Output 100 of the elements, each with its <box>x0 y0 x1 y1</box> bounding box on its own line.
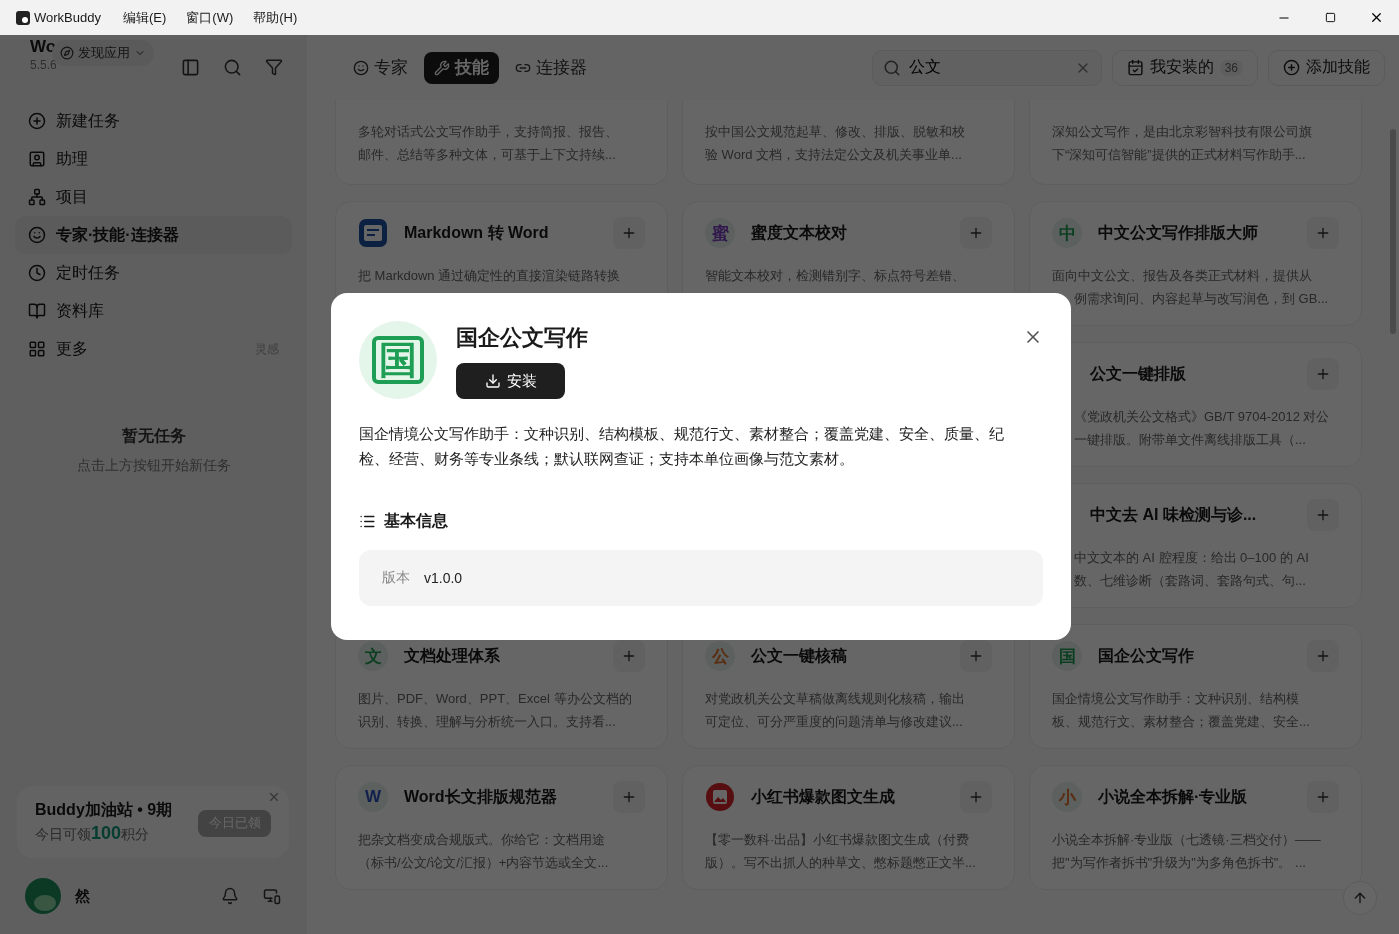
add-button[interactable] <box>960 781 992 813</box>
list-icon <box>359 513 376 530</box>
skill-description: 把杂文档变成合规版式。你给它：文档用途 <box>358 831 606 849</box>
skill-title: 公文一键核稿 <box>751 645 847 666</box>
nav-item[interactable]: 专家·技能·连接器 <box>15 216 292 254</box>
skill-title: 文档处理体系 <box>404 645 500 666</box>
skill-description: （标书/公文/论文/汇报）+内容节选或全文... <box>358 854 610 872</box>
skill-icon: W <box>358 782 388 812</box>
skill-description: 《党政机关公文格式》GB/T 9704-2012 对公 <box>1073 408 1331 426</box>
menu-item[interactable]: 编辑(E) <box>122 8 167 27</box>
plus-icon <box>1315 225 1331 241</box>
skill-description: 可定位、可分严重度的问题清单与修改建议... <box>705 713 964 731</box>
skill-title: Markdown 转 Word <box>404 222 549 243</box>
dialog-description: 国企情境公文写作助手：文种识别、结构模板、规范行文、素材整合；覆盖党建、安全、质量、纪检、经营、财务等专业条线；默认联网查证；支持本单位画像与范文素材。 <box>359 424 1005 469</box>
plus-icon <box>621 789 637 805</box>
skill-description: 下“深知可信智能”提供的正式材料写作助手... <box>1052 146 1307 164</box>
skill-description: 把"为写作者拆书"升级为"为多角色拆书"。 ... <box>1052 854 1307 872</box>
add-button[interactable] <box>613 217 645 249</box>
plus-circle-icon <box>1283 59 1300 76</box>
image-icon <box>705 782 735 812</box>
skill-icon: 文 <box>358 641 388 671</box>
add-button[interactable] <box>1307 499 1339 531</box>
plus-icon <box>968 789 984 805</box>
add-button[interactable] <box>960 217 992 249</box>
wrench-icon <box>434 59 450 76</box>
clock-icon <box>28 264 46 282</box>
add-button[interactable] <box>1307 781 1339 813</box>
plus-icon <box>1315 366 1331 382</box>
bell-icon[interactable] <box>221 887 239 905</box>
skill-card[interactable]: 按中国公文规范起草、修改、排版、脱敏和校 验 Word 文档，支持法定公文及机关事业单... <box>682 100 1015 185</box>
book-icon <box>28 302 46 320</box>
install-button[interactable]: 安装 <box>456 363 565 399</box>
add-skill-button[interactable]: 添加技能 <box>1268 49 1385 86</box>
plus-circle-icon <box>28 112 46 130</box>
empty-title: 暂无任务 <box>121 426 186 446</box>
skill-title: 国企公文写作 <box>1098 645 1194 666</box>
skill-icon: 公 <box>705 641 735 671</box>
maximize-icon[interactable] <box>1324 12 1336 23</box>
avatar[interactable] <box>25 878 61 914</box>
skill-description: 验 Word 文档，支持法定公文及机关事业单... <box>705 146 963 164</box>
compass-icon <box>60 46 74 60</box>
skill-card[interactable]: W Word长文排版规范器 把杂文档变成合规版式。你给它：文档用途 （标书/公文/论文/汇报）+内容节选或全文... <box>335 765 668 890</box>
skill-description: 国企情境公文写作助手：文种识别、结构模 <box>1052 690 1300 708</box>
grid-icon <box>28 340 46 358</box>
person-icon <box>28 150 46 168</box>
plus-icon <box>1315 507 1331 523</box>
network-icon <box>28 188 46 206</box>
devices-icon[interactable] <box>263 887 281 905</box>
menu-item[interactable]: 帮助(H) <box>253 8 298 27</box>
search-icon <box>882 58 901 77</box>
promo-title: Buddy加油站 • 9期 <box>35 800 173 820</box>
plus-icon <box>1315 648 1331 664</box>
nav-item[interactable]: 新建任务 <box>15 102 292 140</box>
menu-item[interactable]: 窗口(W) <box>186 8 234 27</box>
nav-item[interactable]: 资料库 <box>15 292 292 330</box>
skill-description: 按中国公文规范起草、修改、排版、脱敏和校 <box>705 123 966 141</box>
skill-description: 图片、PDF、Word、PPT、Excel 等办公文档的 <box>358 690 633 708</box>
skill-title: 小红书爆款图文生成 <box>751 786 895 807</box>
dialog-title: 国企公文写作 <box>456 324 588 352</box>
smile-icon <box>28 226 46 244</box>
nav-item[interactable]: 项目 <box>15 178 292 216</box>
scrollbar[interactable] <box>1390 129 1396 334</box>
add-button[interactable] <box>960 640 992 672</box>
plus-icon <box>621 648 637 664</box>
download-icon <box>484 373 501 389</box>
skill-icon: 中 <box>1052 218 1082 248</box>
skill-title: 公文一键排版 <box>1090 363 1186 384</box>
skill-title: Word长文排版规范器 <box>404 786 557 807</box>
document-icon <box>358 218 388 248</box>
sidebar-toggle-icon[interactable] <box>180 57 200 77</box>
search-icon[interactable] <box>222 57 242 77</box>
add-button[interactable] <box>1307 358 1339 390</box>
info-value: v1.0.0 <box>424 570 463 586</box>
scroll-top-button[interactable] <box>1343 881 1377 915</box>
smile-icon <box>353 59 369 76</box>
skill-logo: 国 <box>359 321 437 399</box>
add-button[interactable] <box>1307 640 1339 672</box>
nav-item[interactable]: 定时任务 <box>15 254 292 292</box>
calendar-check-icon <box>1126 59 1144 76</box>
plus-icon <box>621 225 637 241</box>
skill-icon: 国 <box>1052 641 1082 671</box>
add-button[interactable] <box>613 640 645 672</box>
add-button[interactable] <box>613 781 645 813</box>
skill-title: 小说全本拆解·专业版 <box>1098 786 1248 807</box>
skill-description: 邮件、总结等多种文体，可基于上下文持续... <box>358 146 617 164</box>
add-button[interactable] <box>1307 217 1339 249</box>
tab[interactable]: 专家 <box>343 51 418 84</box>
filter-icon[interactable] <box>265 58 283 76</box>
user-name: 然 <box>75 886 90 906</box>
skill-description: 智能文本校对，检测错别字、标点符号差错、 <box>705 267 966 285</box>
search-box[interactable]: 公文 <box>871 49 1102 86</box>
nav-item[interactable]: 助理 <box>15 140 292 178</box>
tab[interactable]: 连接器 <box>505 51 597 84</box>
tab[interactable]: 技能 <box>424 51 499 84</box>
skill-title: 中文公文写作排版大师 <box>1098 222 1258 243</box>
search-input[interactable]: 公文 <box>906 57 1069 78</box>
skill-description: 数、七维诊断（套路词、套路句式、句... <box>1073 572 1307 590</box>
skill-icon: 小 <box>1052 782 1082 812</box>
skill-card[interactable]: 国 国企公文写作 国企情境公文写作助手：文种识别、结构模 板、规范行文、素材整合；覆盖党建、安全... <box>1029 624 1362 749</box>
plus-icon <box>1315 789 1331 805</box>
